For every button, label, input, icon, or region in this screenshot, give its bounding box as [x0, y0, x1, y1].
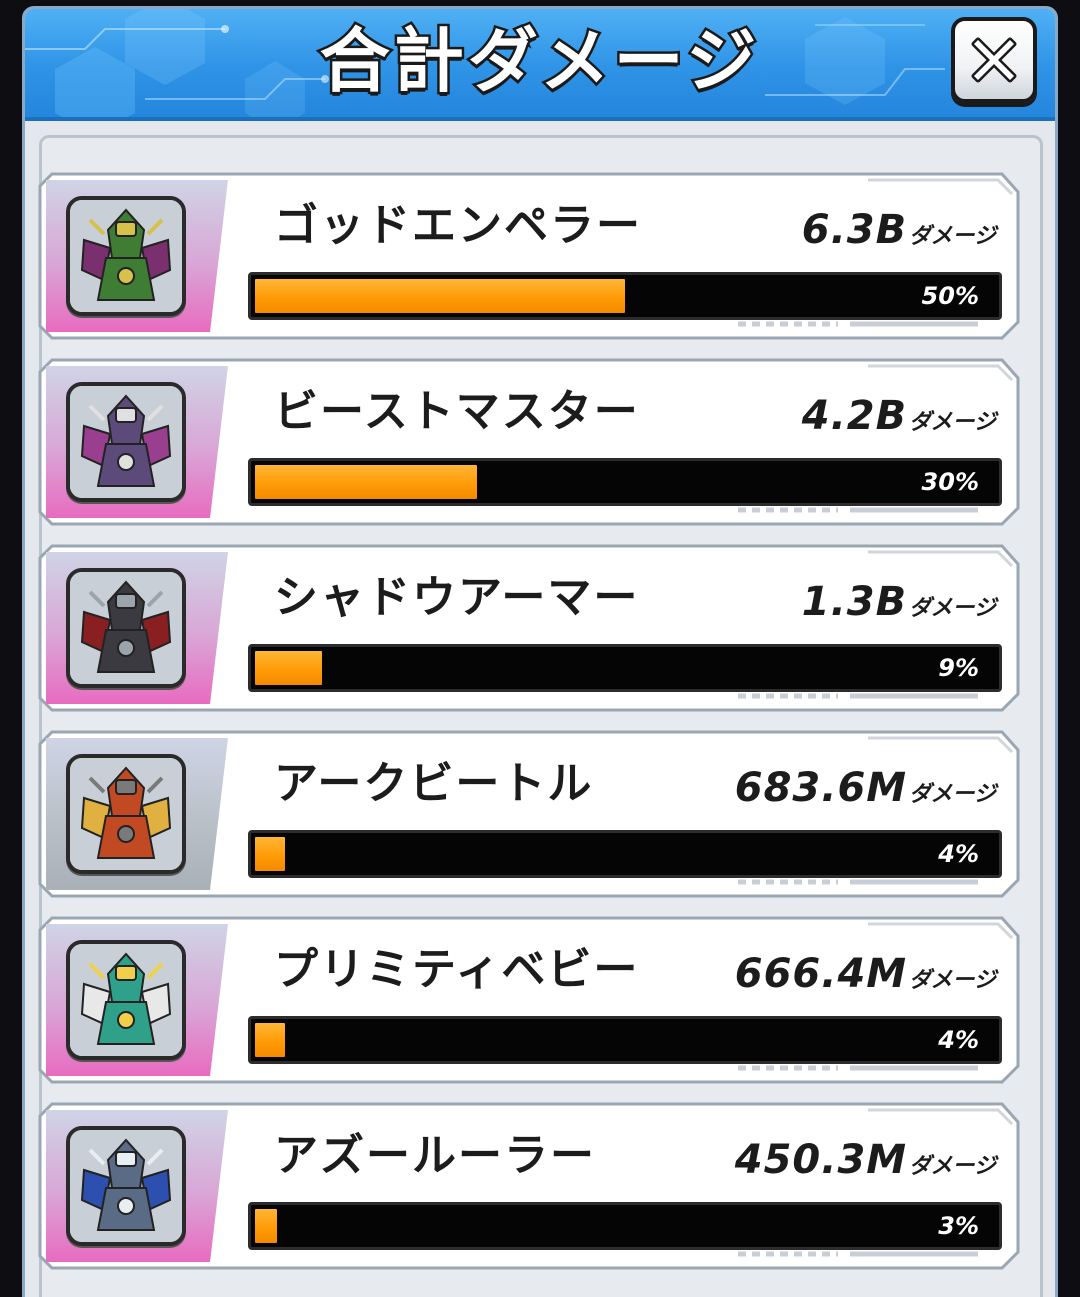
damage-share-fill	[255, 651, 322, 685]
damage-unit: ダメージ	[909, 596, 996, 621]
damage-share-bar: 30%	[248, 458, 1002, 506]
damage-entry: プリミティベビー 666.4Mダメージ 4%	[38, 916, 1020, 1084]
damage-amount: 6.3Bダメージ	[802, 202, 996, 266]
unit-portrait	[66, 1126, 186, 1246]
damage-share-bar: 50%	[248, 272, 1002, 320]
damage-value: 6.3B	[801, 207, 908, 253]
damage-entry: シャドウアーマー 1.3Bダメージ 9%	[38, 544, 1020, 712]
damage-unit: ダメージ	[909, 782, 996, 807]
damage-share-percent: 4%	[938, 840, 979, 868]
damage-share-bar: 4%	[248, 1016, 1002, 1064]
unit-name: シャドウアーマー	[274, 572, 640, 623]
damage-value: 683.6M	[734, 765, 908, 811]
unit-portrait	[66, 754, 186, 874]
close-button[interactable]	[951, 17, 1037, 103]
damage-share-fill	[255, 837, 285, 871]
damage-value: 1.3B	[801, 579, 908, 625]
damage-value: 450.3M	[734, 1137, 908, 1183]
damage-amount: 1.3Bダメージ	[802, 574, 996, 638]
unit-portrait	[66, 196, 186, 316]
damage-share-fill	[255, 1209, 277, 1243]
damage-share-percent: 4%	[938, 1026, 979, 1054]
damage-entry: アズールーラー 450.3Mダメージ 3%	[38, 1102, 1020, 1270]
damage-entry: アークビートル 683.6Mダメージ 4%	[38, 730, 1020, 898]
damage-value: 4.2B	[801, 393, 908, 439]
damage-entry: ゴッドエンペラー 6.3Bダメージ 50%	[38, 172, 1020, 340]
unit-name: アークビートル	[274, 758, 594, 809]
damage-share-percent: 9%	[938, 654, 979, 682]
damage-share-fill	[255, 1023, 285, 1057]
screen: 合計ダメージ ゴッドエンペラー 6.3Bダメージ 50% ビーストマスター 4.2Bダメ…	[0, 0, 1080, 1297]
damage-unit: ダメージ	[909, 1154, 996, 1179]
damage-share-percent: 30%	[921, 468, 979, 496]
arc-beetle-portrait-icon	[70, 758, 182, 870]
damage-share-fill	[255, 465, 477, 499]
unit-name: アズールーラー	[274, 1130, 596, 1181]
damage-unit: ダメージ	[909, 968, 996, 993]
damage-amount: 4.2Bダメージ	[802, 388, 996, 452]
damage-share-bar: 3%	[248, 1202, 1002, 1250]
damage-amount: 683.6Mダメージ	[735, 760, 996, 824]
damage-share-bar: 9%	[248, 644, 1002, 692]
dialog-title: 合計ダメージ	[317, 18, 761, 105]
unit-portrait	[66, 382, 186, 502]
damage-amount: 450.3Mダメージ	[735, 1132, 996, 1196]
shadow-armor-portrait-icon	[70, 572, 182, 684]
damage-share-percent: 50%	[921, 282, 979, 310]
unit-name: ビーストマスター	[274, 386, 640, 437]
unit-portrait	[66, 568, 186, 688]
close-icon	[971, 37, 1017, 83]
azure-ruler-portrait-icon	[70, 1130, 182, 1242]
primitive-baby-portrait-icon	[70, 944, 182, 1056]
damage-unit: ダメージ	[909, 224, 996, 249]
damage-unit: ダメージ	[909, 410, 996, 435]
damage-entry: ビーストマスター 4.2Bダメージ 30%	[38, 358, 1020, 526]
damage-share-percent: 3%	[938, 1212, 979, 1240]
dialog-header: 合計ダメージ	[25, 9, 1055, 121]
damage-share-fill	[255, 279, 625, 313]
damage-amount: 666.4Mダメージ	[735, 946, 996, 1010]
damage-value: 666.4M	[734, 951, 908, 997]
unit-name: ゴッドエンペラー	[274, 200, 642, 251]
god-emperor-portrait-icon	[70, 200, 182, 312]
unit-portrait	[66, 940, 186, 1060]
unit-name: プリミティベビー	[274, 944, 640, 995]
damage-share-bar: 4%	[248, 830, 1002, 878]
beast-master-portrait-icon	[70, 386, 182, 498]
